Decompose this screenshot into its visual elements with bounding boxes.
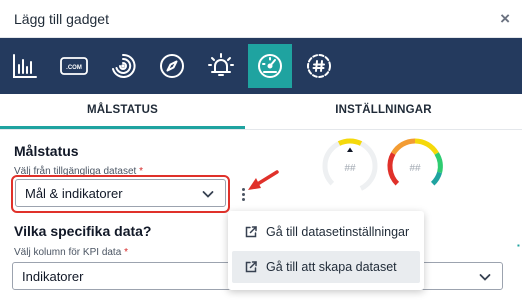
menu-item-label: Gå till datasetinställningar: [266, 225, 410, 239]
tab-settings[interactable]: INSTÄLLNINGAR: [245, 94, 522, 129]
kpi-field-label: Välj kolumn för KPI data *: [14, 247, 128, 258]
goal-status-heading: Målstatus: [14, 143, 79, 159]
dataset-select[interactable]: Mål & indikatorer: [15, 179, 226, 207]
gadget-type-bar: .COM: [0, 38, 522, 94]
tab-goal-status[interactable]: MÅLSTATUS: [0, 94, 245, 129]
menu-item-create-dataset[interactable]: Gå till att skapa dataset: [232, 251, 420, 283]
menu-item-label: Gå till att skapa dataset: [266, 260, 397, 274]
external-link-icon: [245, 261, 257, 273]
annotation-arrow-icon: [248, 170, 279, 190]
kpi-select-value: Indikatorer: [22, 268, 84, 284]
dataset-context-menu: Gå till datasetinställningar Gå till att…: [228, 211, 424, 290]
specific-data-heading: Vilka specifika data?: [14, 223, 152, 239]
add-gadget-dialog: Lägg till gadget × .COM MÅLSTATUS INSTÄL…: [0, 0, 522, 302]
signal-waves-icon[interactable]: [101, 44, 145, 88]
external-link-icon: [245, 226, 257, 238]
kpi-column-select[interactable]: Indikatorer: [12, 262, 258, 290]
kpi-label-text: Välj kolumn för KPI data: [14, 247, 122, 258]
compass-icon[interactable]: [150, 44, 194, 88]
web-address-label: .COM: [66, 65, 82, 71]
dialog-title: Lägg till gadget: [14, 10, 109, 27]
bar-chart-icon[interactable]: [3, 44, 47, 88]
close-icon[interactable]: ×: [500, 10, 510, 27]
hashtag-icon[interactable]: [297, 44, 341, 88]
speedometer-icon[interactable]: [248, 44, 292, 88]
menu-item-dataset-settings[interactable]: Gå till datasetinställningar: [232, 216, 420, 248]
dialog-titlebar: Lägg till gadget ×: [0, 0, 522, 38]
alert-bell-icon[interactable]: [199, 44, 243, 88]
required-mark: *: [124, 247, 128, 258]
chevron-down-icon: [479, 274, 491, 281]
dataset-select-value: Mål & indikatorer: [25, 185, 123, 201]
web-address-icon[interactable]: .COM: [52, 44, 96, 88]
chevron-down-icon: [202, 191, 214, 198]
gauge-value-1: ##: [344, 163, 356, 174]
edge-marker: ▪: [517, 241, 520, 250]
tab-bar: MÅLSTATUS INSTÄLLNINGAR: [0, 94, 522, 130]
gauge-value-2: ##: [409, 163, 421, 174]
